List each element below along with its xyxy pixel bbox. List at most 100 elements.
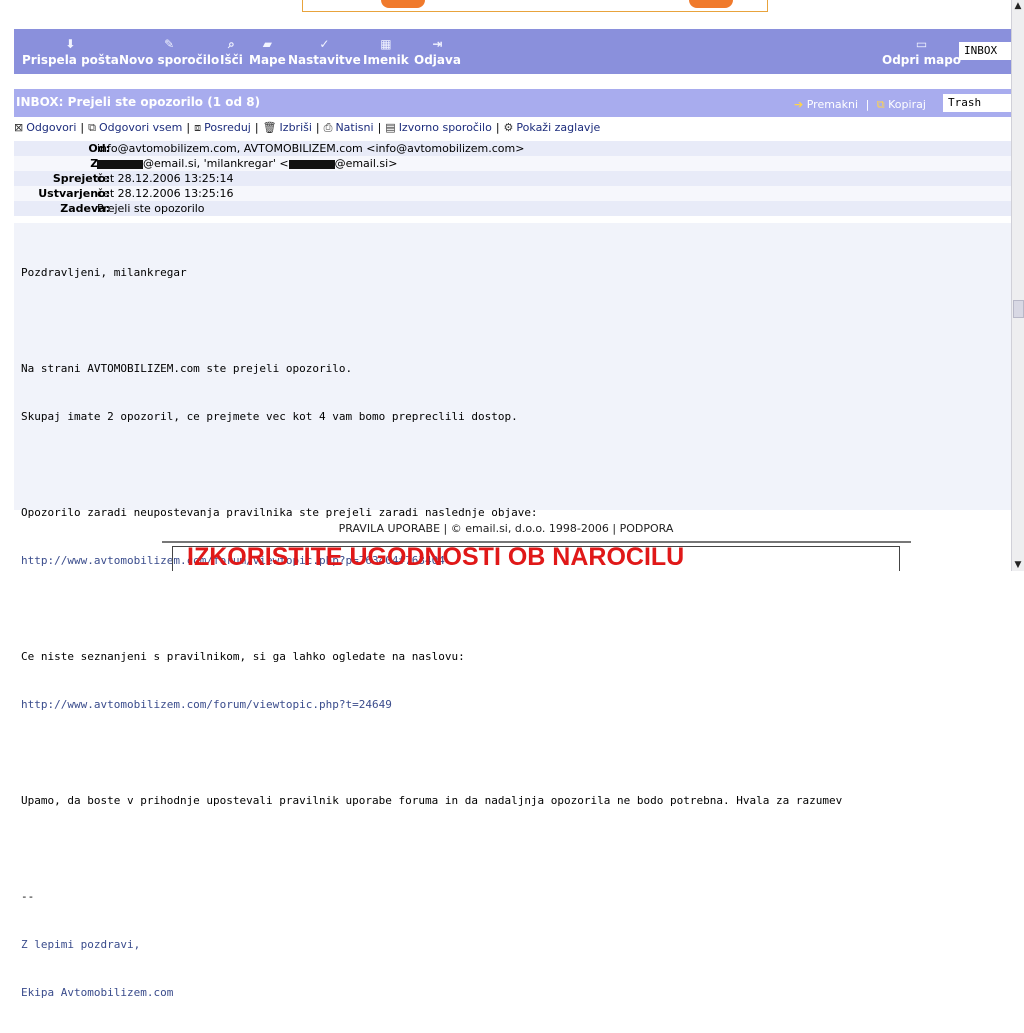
- footer-divider: [162, 541, 911, 543]
- copyright-text: © email.si, d.o.o. 1998-2006: [450, 522, 609, 535]
- redacted-block: [97, 159, 143, 169]
- action-label: Odgovori vsem: [98, 121, 183, 134]
- toolbar-settings-button[interactable]: ✓ Nastavitve: [288, 37, 361, 68]
- open-folder-label: Odpri mapo: [882, 53, 962, 67]
- header-to-row: Za: @email.si, 'milankregar' <@email.si>: [14, 156, 1012, 171]
- main-toolbar: ⬇ Prispela pošta ✎ Novo sporočilo ⌕ Išči…: [14, 29, 1012, 74]
- scroll-thumb[interactable]: [1013, 300, 1024, 318]
- body-link[interactable]: http://www.avtomobilizem.com/forum/viewt…: [21, 697, 842, 713]
- open-folder-icon: ▭: [915, 37, 928, 51]
- move-arrow-icon: ➔: [794, 98, 804, 111]
- support-link[interactable]: PODPORA: [620, 522, 674, 535]
- to-text: @email.si, 'milankregar' <: [143, 157, 289, 170]
- toolbar-addressbook-button[interactable]: ▦ Imenik: [363, 37, 409, 68]
- target-folder-select[interactable]: Trash: [943, 94, 1012, 112]
- toolbar-search-button[interactable]: ⌕ Išči: [220, 37, 243, 68]
- received-value: čet 28.12.2006 13:25:14: [97, 172, 234, 185]
- toolbar-label: Mape: [249, 53, 286, 67]
- message-body-text: Pozdravljeni, milankregar Na strani AVTO…: [21, 233, 842, 1033]
- ad-text: IZKORISTITE UGODNOSTI OB NAROČILU: [187, 546, 685, 571]
- forward-button[interactable]: ⧈ Posreduj: [194, 121, 251, 135]
- reply-all-button[interactable]: ⧉ Odgovori vsem: [88, 121, 182, 135]
- print-icon: ⎙: [323, 121, 333, 134]
- move-button[interactable]: Premakni: [807, 98, 858, 111]
- toolbar-folders-button[interactable]: ▰ Mape: [249, 37, 286, 68]
- separator: |: [377, 121, 382, 134]
- action-label: Pokaži zaglavje: [516, 121, 601, 134]
- body-line: Ce niste seznanjeni s pravilnikom, si ga…: [21, 650, 465, 663]
- signature-separator: --: [21, 890, 35, 903]
- body-line: Upamo, da boste v prihodnje upostevali p…: [21, 794, 843, 807]
- subject-value: Prejeli ste opozorilo: [97, 202, 205, 215]
- signature-line: Ekipa Avtomobilizem.com: [21, 986, 174, 999]
- move-copy-controls: ➔ Premakni | ⧉ Kopiraj: [794, 98, 926, 112]
- separator: |: [80, 121, 85, 134]
- open-folder-button[interactable]: ▭ Odpri mapo: [882, 37, 961, 68]
- inbox-icon: ⬇: [65, 37, 76, 51]
- separator: |: [315, 121, 320, 134]
- top-banner-ad[interactable]: [302, 0, 768, 12]
- header-received-row: Sprejeto: čet 28.12.2006 13:25:14: [14, 171, 1012, 186]
- body-line: Skupaj imate 2 opozoril, ce prejmete vec…: [21, 410, 518, 423]
- body-blank: [21, 841, 842, 857]
- view-source-button[interactable]: ▤ Izvorno sporočilo: [385, 121, 492, 134]
- reply-button[interactable]: ⊠ Odgovori: [14, 121, 76, 134]
- scroll-up-icon[interactable]: ▲: [1012, 0, 1024, 12]
- toolbar-inbox-button[interactable]: ⬇ Prispela pošta: [22, 37, 119, 68]
- copy-button[interactable]: Kopiraj: [888, 98, 926, 111]
- print-button[interactable]: ⎙ Natisni: [324, 121, 374, 135]
- created-value: čet 28.12.2006 13:25:16: [97, 187, 234, 200]
- separator: |: [443, 522, 451, 535]
- message-title-bar: INBOX: Prejeli ste opozorilo (1 od 8) ➔ …: [14, 89, 1012, 117]
- forward-icon: ⧈: [194, 121, 202, 134]
- body-line: Opozorilo zaradi neupostevanja pravilnik…: [21, 506, 538, 519]
- message-actions: ⊠ Odgovori | ⧉ Odgovori vsem | ⧈ Posreduj | 🗑 Izbr…: [14, 121, 1012, 139]
- bottom-banner-ad[interactable]: IZKORISTITE UGODNOSTI OB NAROČILU: [172, 546, 900, 571]
- headers-icon: ⚙: [503, 121, 514, 134]
- toolbar-label: Odjava: [414, 53, 461, 67]
- scroll-down-icon[interactable]: ▼: [1012, 559, 1024, 571]
- action-label: Izvorno sporočilo: [398, 121, 492, 134]
- header-created-row: Ustvarjeno: čet 28.12.2006 13:25:16: [14, 186, 1012, 201]
- to-text: @email.si>: [334, 157, 398, 170]
- body-blank: [21, 457, 842, 473]
- header-from-row: Od: info@avtomobilizem.com, AVTOMOBILIZE…: [14, 141, 1012, 156]
- source-icon: ▤: [385, 121, 396, 134]
- body-line: Pozdravljeni, milankregar: [21, 266, 187, 279]
- delete-button[interactable]: 🗑 Izbriši: [263, 121, 312, 134]
- toolbar-label: Nastavitve: [288, 53, 361, 67]
- folder-select[interactable]: INBOX: [959, 42, 1012, 60]
- toolbar-label: Išči: [220, 53, 243, 67]
- message-title: INBOX: Prejeli ste opozorilo (1 od 8): [16, 95, 261, 109]
- addressbook-icon: ▦: [380, 37, 392, 51]
- search-icon: ⌕: [228, 37, 235, 51]
- copy-icon: ⧉: [876, 98, 885, 111]
- show-headers-button[interactable]: ⚙ Pokaži zaglavje: [504, 121, 601, 134]
- separator: |: [612, 522, 620, 535]
- action-label: Natisni: [335, 121, 374, 134]
- banner-shape: [381, 0, 425, 8]
- vertical-scrollbar[interactable]: ▲ ▼: [1011, 0, 1024, 571]
- action-label: Izbriši: [279, 121, 312, 134]
- action-label: Odgovori: [26, 121, 77, 134]
- toolbar-label: Imenik: [363, 53, 409, 67]
- toolbar-compose-button[interactable]: ✎ Novo sporočilo: [119, 37, 219, 68]
- toolbar-logout-button[interactable]: ⇥ Odjava: [414, 37, 461, 68]
- folder-icon: ▰: [262, 37, 272, 51]
- separator: |: [186, 121, 191, 134]
- settings-icon: ✓: [319, 37, 330, 51]
- redacted-block: [288, 159, 335, 169]
- banner-shape: [689, 0, 733, 8]
- header-subject-row: Zadeva: Prejeli ste opozorilo: [14, 201, 1012, 216]
- toolbar-label: Prispela pošta: [22, 53, 119, 67]
- from-value[interactable]: info@avtomobilizem.com, AVTOMOBILIZEM.co…: [97, 141, 524, 156]
- body-line: Na strani AVTOMOBILIZEM.com ste prejeli …: [21, 362, 353, 375]
- terms-link[interactable]: PRAVILA UPORABE: [339, 522, 440, 535]
- message-body: Pozdravljeni, milankregar Na strani AVTO…: [14, 223, 1012, 999]
- body-blank: [21, 601, 842, 617]
- trash-icon: 🗑: [262, 121, 277, 134]
- to-value[interactable]: @email.si, 'milankregar' < @email.si>: [97, 156, 397, 171]
- logout-icon: ⇥: [432, 37, 443, 51]
- toolbar-label: Novo sporočilo: [119, 53, 220, 67]
- separator: |: [495, 121, 500, 134]
